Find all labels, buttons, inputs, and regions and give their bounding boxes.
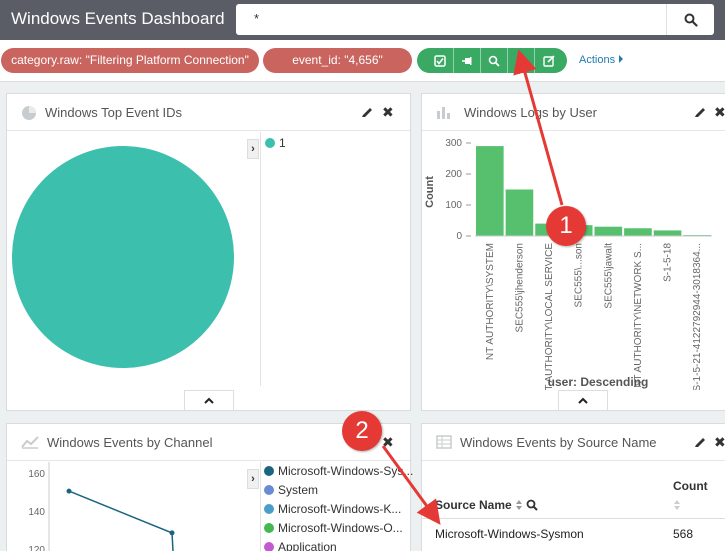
annotation-callout-1: 1 — [546, 206, 586, 246]
annotation-arrow-2 — [381, 445, 441, 525]
annotation-arrow-1 — [513, 49, 564, 206]
annotation-layer — [381, 49, 564, 525]
annotation-callout-2: 2 — [342, 411, 382, 451]
